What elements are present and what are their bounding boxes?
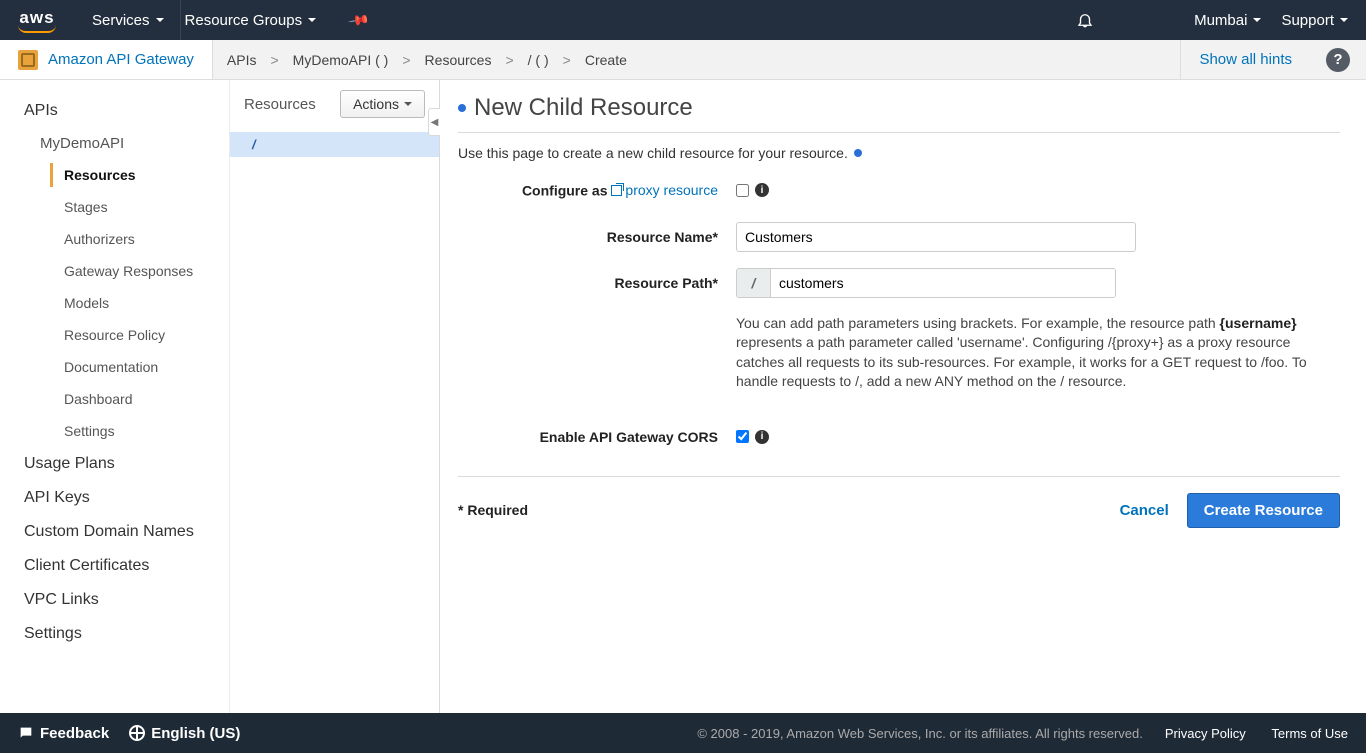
sidebar-item-models[interactable]: Models	[0, 287, 229, 319]
feedback-label: Feedback	[40, 725, 109, 742]
service-name: Amazon API Gateway	[48, 51, 194, 68]
services-label: Services	[92, 12, 150, 29]
crumb-root[interactable]: / ( )	[528, 52, 549, 68]
breadcrumb: APIs > MyDemoAPI ( ) > Resources > / ( )…	[213, 52, 627, 68]
cancel-button[interactable]: Cancel	[1120, 502, 1169, 519]
sidebar-item-resource-policy[interactable]: Resource Policy	[0, 319, 229, 351]
breadcrumb-separator: >	[505, 52, 513, 68]
region-dropdown[interactable]: Mumbai	[1194, 12, 1261, 29]
top-navbar: aws Services Resource Groups 📌 Mumbai Su…	[0, 0, 1366, 40]
resource-tree: /	[230, 128, 439, 157]
copyright-text: © 2008 - 2019, Amazon Web Services, Inc.…	[697, 726, 1143, 741]
show-hints-link[interactable]: Show all hints	[1180, 40, 1310, 79]
left-sidebar: APIs MyDemoAPI Resources Stages Authoriz…	[0, 80, 230, 713]
content-area: New Child Resource Use this page to crea…	[440, 80, 1366, 713]
info-icon[interactable]: i	[755, 430, 769, 444]
crumb-api-name[interactable]: MyDemoAPI ( )	[293, 52, 389, 68]
resource-groups-menu[interactable]: Resource Groups	[185, 12, 317, 29]
proxy-link-text: proxy resource	[625, 175, 718, 205]
sidebar-item-gateway-responses[interactable]: Gateway Responses	[0, 255, 229, 287]
service-block[interactable]: Amazon API Gateway	[0, 40, 213, 79]
sidebar-item-documentation[interactable]: Documentation	[0, 351, 229, 383]
caret-down-icon	[156, 18, 164, 22]
resource-name-input[interactable]	[736, 222, 1136, 252]
helptext-bold: {username}	[1220, 315, 1297, 331]
collapse-panel-button[interactable]: ◀	[428, 108, 440, 136]
crumb-create[interactable]: Create	[585, 52, 627, 68]
language-selector[interactable]: English (US)	[129, 725, 240, 742]
caret-down-icon	[404, 102, 412, 106]
sidebar-item-resources[interactable]: Resources	[0, 159, 229, 191]
sidebar-client-certs[interactable]: Client Certificates	[0, 549, 229, 583]
privacy-link[interactable]: Privacy Policy	[1165, 726, 1246, 741]
nav-divider	[180, 0, 181, 40]
aws-smile-icon	[18, 25, 56, 33]
sidebar-vpc-links[interactable]: VPC Links	[0, 583, 229, 617]
pin-icon[interactable]: 📌	[347, 8, 371, 32]
main-area: APIs MyDemoAPI Resources Stages Authoriz…	[0, 80, 1366, 713]
feedback-button[interactable]: Feedback	[18, 725, 109, 742]
label-resource-name: Resource Name*	[458, 222, 736, 252]
resource-path-input[interactable]	[771, 269, 1115, 297]
sidebar-settings[interactable]: Settings	[0, 617, 229, 651]
helptext-post: represents a path parameter called 'user…	[736, 334, 1307, 389]
subtitle-text: Use this page to create a new child reso…	[458, 145, 848, 161]
hint-dot-icon[interactable]	[854, 149, 862, 157]
breadcrumb-separator: >	[402, 52, 410, 68]
sidebar-custom-domains[interactable]: Custom Domain Names	[0, 515, 229, 549]
language-label: English (US)	[151, 725, 240, 742]
page-subtitle: Use this page to create a new child reso…	[458, 145, 1340, 161]
aws-logo[interactable]: aws	[18, 8, 56, 33]
resource-groups-label: Resource Groups	[185, 12, 303, 29]
help-icon[interactable]: ?	[1326, 48, 1350, 72]
path-prefix: /	[737, 269, 771, 297]
caret-down-icon	[1340, 18, 1348, 22]
region-label: Mumbai	[1194, 12, 1247, 29]
sidebar-item-stages[interactable]: Stages	[0, 191, 229, 223]
notification-bell-icon[interactable]	[1076, 11, 1094, 29]
create-resource-button[interactable]: Create Resource	[1187, 493, 1340, 528]
status-bar: Feedback English (US) © 2008 - 2019, Ama…	[0, 713, 1366, 753]
api-gateway-icon	[18, 50, 38, 70]
sidebar-item-dashboard[interactable]: Dashboard	[0, 383, 229, 415]
label-cors: Enable API Gateway CORS	[458, 422, 736, 452]
terms-link[interactable]: Terms of Use	[1271, 726, 1348, 741]
sidebar-usage-plans[interactable]: Usage Plans	[0, 447, 229, 481]
actions-label: Actions	[353, 96, 399, 112]
support-label: Support	[1281, 12, 1334, 29]
breadcrumb-bar: Amazon API Gateway APIs > MyDemoAPI ( ) …	[0, 40, 1366, 80]
support-dropdown[interactable]: Support	[1281, 12, 1348, 29]
caret-down-icon	[308, 18, 316, 22]
required-note: * Required	[458, 502, 528, 518]
resource-form: Configure as proxy resource i Resource N…	[458, 175, 1340, 452]
caret-down-icon	[1253, 18, 1261, 22]
sidebar-api-keys[interactable]: API Keys	[0, 481, 229, 515]
external-link-icon	[611, 185, 622, 196]
sidebar-apis[interactable]: APIs	[0, 94, 229, 128]
label-configure-as: Configure as	[522, 183, 608, 199]
crumb-resources[interactable]: Resources	[425, 52, 492, 68]
services-menu[interactable]: Services	[92, 12, 164, 29]
breadcrumb-separator: >	[563, 52, 571, 68]
helptext-pre: You can add path parameters using bracke…	[736, 315, 1220, 331]
resource-root-item[interactable]: /	[230, 132, 439, 157]
sidebar-item-authorizers[interactable]: Authorizers	[0, 223, 229, 255]
info-icon[interactable]: i	[755, 183, 769, 197]
resource-path-help: You can add path parameters using bracke…	[736, 314, 1336, 392]
sidebar-api-name[interactable]: MyDemoAPI	[0, 128, 229, 159]
cors-checkbox[interactable]	[736, 430, 749, 443]
actions-dropdown-button[interactable]: Actions	[340, 90, 425, 118]
configure-proxy-checkbox[interactable]	[736, 184, 749, 197]
sidebar-item-settings[interactable]: Settings	[0, 415, 229, 447]
resource-column-title: Resources	[244, 96, 316, 113]
proxy-resource-link[interactable]: proxy resource	[611, 175, 718, 205]
hint-dot-icon[interactable]	[458, 104, 466, 112]
page-title: New Child Resource	[474, 94, 693, 122]
crumb-apis[interactable]: APIs	[227, 52, 257, 68]
label-resource-path: Resource Path*	[458, 268, 736, 298]
globe-icon	[129, 725, 145, 741]
resource-column: Resources Actions ◀ /	[230, 80, 440, 713]
breadcrumb-separator: >	[270, 52, 278, 68]
